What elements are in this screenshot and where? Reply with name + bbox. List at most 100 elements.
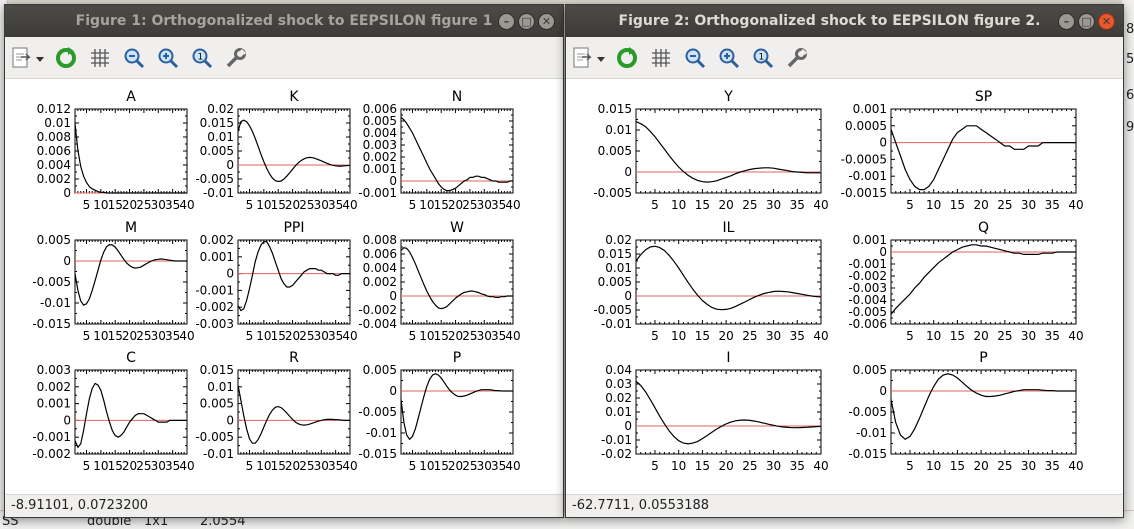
subplot-ppi: PPI 0.002 0.001 0 -0.001 -0.002 -0.003 5 10 15 20 2…	[195, 220, 357, 343]
x-tick-label: 25	[742, 459, 757, 473]
y-tick-label: -0.01	[856, 426, 887, 440]
y-tick-label: 0	[63, 413, 71, 427]
y-tick-label: 0	[389, 289, 397, 303]
zoom-out-icon[interactable]	[682, 45, 708, 71]
x-tick-label: 35	[790, 198, 805, 212]
x-tick-label: 30	[1021, 198, 1036, 212]
figure-window-2[interactable]: Figure 2: Orthogonalized shock to EEPSIL…	[565, 4, 1124, 518]
y-tick-label: -0.005	[32, 275, 71, 289]
x-tick-label: 25	[462, 459, 477, 473]
plot-area[interactable]: A 0.012 0.01 0.008 0.006 0.004 0.002 0 5 10 15 20 25…	[5, 80, 563, 494]
minimize-button[interactable]: –	[498, 13, 515, 30]
x-tick-label: 15	[108, 459, 123, 473]
y-tick-label: -0.01	[366, 426, 397, 440]
x-tick-label: 10	[93, 459, 108, 473]
y-tick-label: -0.01	[601, 317, 632, 331]
x-tick-label: 20	[448, 329, 463, 343]
x-tick-label: 30	[151, 329, 166, 343]
x-tick-label: 35	[328, 329, 343, 343]
y-tick-label: -0.002	[358, 303, 397, 317]
y-tick-label: 0.012	[37, 102, 71, 116]
impulse-response-line	[635, 121, 821, 183]
y-tick-label: 0.04	[605, 363, 632, 377]
x-tick-label: 40	[342, 459, 357, 473]
impulse-response-line	[237, 384, 350, 444]
x-tick-label: 25	[997, 198, 1012, 212]
x-tick-label: 10	[256, 329, 271, 343]
dropdown-arrow-icon[interactable]	[596, 45, 606, 71]
x-tick-label: 20	[973, 459, 988, 473]
y-tick-label: 0.01	[44, 116, 71, 130]
x-tick-label: 5	[246, 329, 254, 343]
subplot-k: K 0.020.0150.010.0050-0.005-0.01 5 10 15 20 25…	[195, 89, 357, 212]
y-tick-label: 0.002	[200, 233, 234, 247]
x-tick-label: 5	[83, 198, 91, 212]
zoom-in-icon[interactable]	[716, 45, 742, 71]
zoom-reset-icon[interactable]: 1	[189, 45, 215, 71]
x-tick-label: 30	[766, 198, 781, 212]
settings-wrench-icon[interactable]	[223, 45, 249, 71]
y-tick-label: 0.006	[37, 144, 71, 158]
export-icon[interactable]	[9, 45, 35, 71]
zoom-in-icon[interactable]	[155, 45, 181, 71]
x-tick-label: 30	[314, 198, 329, 212]
y-tick-label: 0	[389, 384, 397, 398]
x-tick-label: 25	[136, 329, 151, 343]
zoom-out-icon[interactable]	[121, 45, 147, 71]
subplot-title: K	[289, 89, 299, 105]
x-tick-label: 30	[314, 329, 329, 343]
subplot-title: I	[726, 350, 730, 366]
y-tick-label: -0.005	[358, 405, 397, 419]
x-tick-label: 40	[813, 459, 828, 473]
impulse-response-line	[635, 245, 822, 311]
refresh-icon[interactable]	[614, 45, 640, 71]
window-title: Figure 2: Orthogonalized shock to EEPSIL…	[618, 13, 1041, 29]
subplot-c: C 0.003 0.002 0.001 0 -0.001 -0.002 5 10 15 20 25 30…	[32, 350, 194, 473]
x-tick-label: 5	[651, 198, 659, 212]
title-bar[interactable]: Figure 1: Orthogonalized shock to EEPSIL…	[5, 5, 563, 37]
subplot-title: IL	[723, 220, 735, 236]
y-tick-label: -0.01	[203, 186, 234, 200]
x-tick-label: 35	[790, 459, 805, 473]
subplot-p: P 0.005 0 -0.005 -0.01 -0.015 5 10 15 20 25 30 35 40	[848, 350, 1083, 473]
x-tick-label: 5	[906, 198, 914, 212]
refresh-icon[interactable]	[53, 45, 79, 71]
x-tick-label: 30	[477, 329, 492, 343]
x-tick-label: 30	[766, 459, 781, 473]
figure-window-1[interactable]: Figure 1: Orthogonalized shock to EEPSIL…	[4, 4, 564, 518]
subplot-w: W0.0080.0060.0040.0020-0.002-0.0045 10 15 2…	[358, 220, 520, 343]
impulse-response-line	[400, 116, 513, 192]
title-bar[interactable]: Figure 2: Orthogonalized shock to EEPSIL…	[566, 5, 1123, 37]
x-tick-label: 25	[462, 329, 477, 343]
y-tick-label: 0	[63, 186, 71, 200]
x-tick-label: 40	[1068, 198, 1083, 212]
y-tick-label: 0.005	[598, 275, 632, 289]
y-tick-label: 0.01	[207, 130, 234, 144]
y-tick-label: 0.01	[605, 405, 632, 419]
x-tick-label: 35	[1045, 459, 1060, 473]
x-tick-label: 15	[434, 198, 449, 212]
plot-area[interactable]: Y 0.015 0.01 0.005 0 -0.005 5 10 15 20 25 30 35 40 SP 0…	[566, 80, 1123, 494]
close-button[interactable]: ✕	[538, 13, 555, 30]
export-icon[interactable]	[570, 45, 596, 71]
dropdown-arrow-icon[interactable]	[35, 45, 45, 71]
y-tick-label: 0.005	[853, 363, 887, 377]
grid-icon[interactable]	[648, 45, 674, 71]
impulse-response-line	[74, 123, 187, 194]
x-tick-label: 20	[973, 198, 988, 212]
bg-digit: 6	[1126, 88, 1134, 103]
y-tick-label: 0.002	[37, 380, 71, 394]
subplot-m: M 0.005 0 -0.005 -0.01 -0.015 5 10 15 20 25 30 35 40	[32, 220, 194, 343]
settings-wrench-icon[interactable]	[784, 45, 810, 71]
zoom-reset-icon[interactable]: 1	[750, 45, 776, 71]
y-tick-label: 0.02	[207, 102, 234, 116]
minimize-button[interactable]: –	[1058, 13, 1075, 30]
grid-icon[interactable]	[87, 45, 113, 71]
maximize-button[interactable]: □	[1078, 13, 1095, 30]
close-button[interactable]: ✕	[1098, 13, 1115, 30]
x-tick-label: 25	[997, 329, 1012, 343]
maximize-button[interactable]: □	[518, 13, 535, 30]
x-tick-label: 40	[505, 329, 520, 343]
x-tick-label: 30	[1021, 459, 1036, 473]
y-tick-label: 0	[624, 289, 632, 303]
